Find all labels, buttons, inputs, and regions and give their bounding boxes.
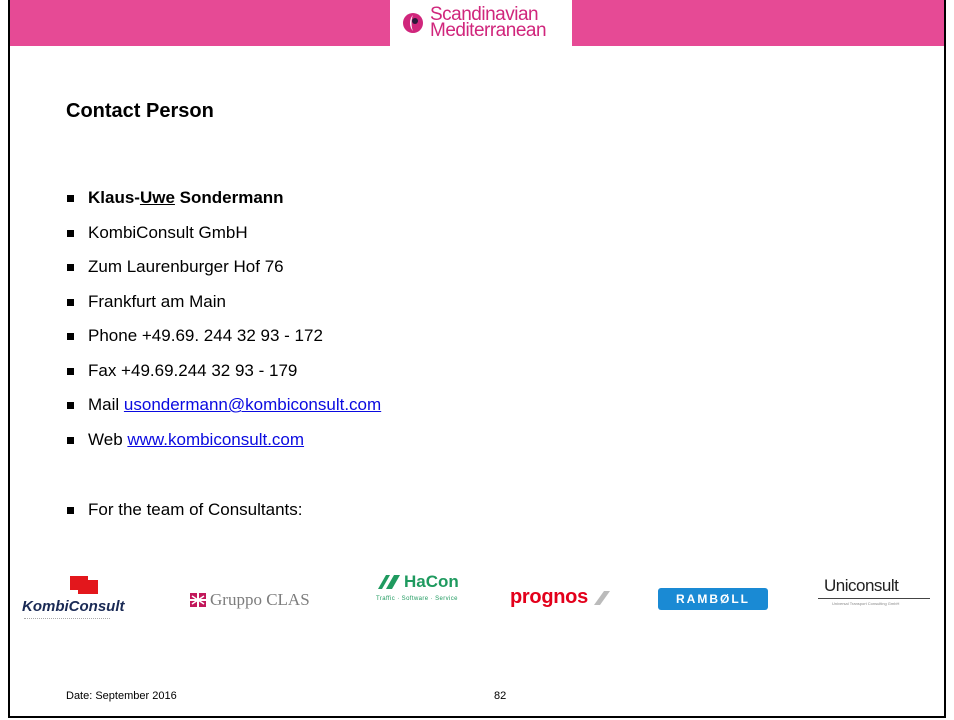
- page-number: 82: [494, 690, 507, 702]
- list-item-phone: Phone +49.69. 244 32 93 - 172: [64, 324, 381, 359]
- page-title: Contact Person: [66, 100, 214, 122]
- footer-date: Date: September 2016: [66, 690, 177, 702]
- name-first: Klaus-: [88, 188, 140, 207]
- name-last: Sondermann: [174, 188, 284, 207]
- list-item-city: Frankfurt am Main: [64, 290, 381, 325]
- logo-line2: Mediterranean: [430, 20, 547, 41]
- kombiconsult-logo: KombiConsult: [20, 576, 128, 626]
- list-item-web: Web www.kombiconsult.com: [64, 428, 381, 463]
- mail-link[interactable]: usondermann@kombiconsult.com: [124, 395, 381, 414]
- kombiconsult-tagline: [24, 618, 110, 620]
- hacon-tagline: Traffic · Software · Service: [376, 596, 458, 602]
- hacon-logo: HaCon Traffic · Software · Service: [376, 572, 486, 612]
- hacon-name: HaCon: [404, 572, 459, 591]
- ramboll-name: RAMBØLL: [676, 592, 750, 606]
- corridor-logo-icon: [403, 13, 423, 33]
- gruppo-clas-logo: Gruppo CLAS: [190, 590, 310, 610]
- list-item-team: For the team of Consultants:: [64, 498, 381, 533]
- name-middle: Uwe: [139, 188, 175, 207]
- slide: Scandinavian Mediterranean Contact Perso…: [8, 0, 946, 718]
- ramboll-logo: RAMBØLL: [658, 588, 768, 610]
- list-item-company: KombiConsult GmbH: [64, 221, 381, 256]
- kombiconsult-name: KombiConsult: [22, 598, 125, 615]
- uniconsult-tagline: Universal Transport Consulting GmbH: [832, 601, 900, 606]
- uniconsult-logo: Uniconsult Universal Transport Consultin…: [818, 576, 938, 606]
- list-item-street: Zum Laurenburger Hof 76: [64, 255, 381, 290]
- scandinavian-mediterranean-logo: Scandinavian Mediterranean: [390, 0, 572, 46]
- list-item-fax: Fax +49.69.244 32 93 - 179: [64, 359, 381, 394]
- consultant-logos: KombiConsult Gruppo CLAS HaCon Traffic ·…: [10, 568, 944, 628]
- prognos-logo: prognos: [510, 586, 610, 609]
- gruppo-clas-icon: [190, 593, 206, 607]
- web-link[interactable]: www.kombiconsult.com: [127, 430, 304, 449]
- web-label: Web: [88, 429, 128, 449]
- mail-label: Mail: [88, 395, 124, 414]
- prognos-name: prognos: [510, 586, 588, 608]
- header-bar: Scandinavian Mediterranean: [10, 0, 944, 46]
- contact-list: Klaus-Uwe Sondermann KombiConsult GmbH Z…: [64, 186, 381, 533]
- uniconsult-underline: [818, 598, 930, 599]
- uniconsult-name: Uniconsult: [824, 576, 899, 595]
- gruppo-clas-name: Gruppo CLAS: [210, 590, 310, 609]
- list-item-mail: Mail usondermann@kombiconsult.com: [64, 393, 381, 428]
- prognos-slash-icon: [593, 590, 610, 605]
- list-item-name: Klaus-Uwe Sondermann: [64, 186, 381, 221]
- kombiconsult-mark-b: [78, 580, 98, 594]
- hacon-mark-icon: [378, 575, 400, 589]
